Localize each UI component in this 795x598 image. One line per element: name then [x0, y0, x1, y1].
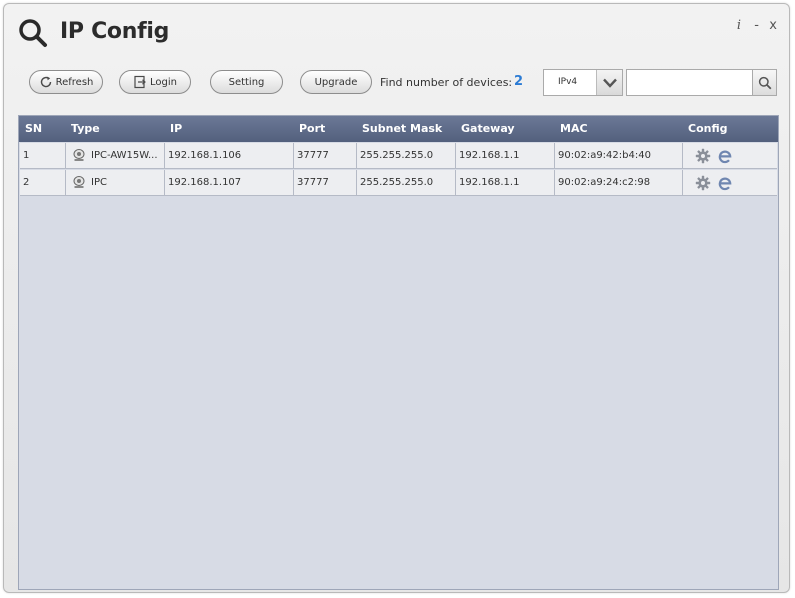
cell-mac: 90:02:a9:42:b4:40	[555, 143, 683, 169]
chevron-down-icon	[602, 78, 617, 88]
cell-port: 37777	[294, 143, 357, 169]
cell-port: 37777	[294, 170, 357, 196]
header-sn[interactable]: SN	[25, 122, 42, 135]
device-table: SN Type IP Port Subnet Mask Gateway MAC …	[18, 115, 779, 590]
login-button[interactable]: Login	[119, 70, 191, 94]
cell-mac: 90:02:a9:24:c2:98	[555, 170, 683, 196]
cell-type: IPC-AW15W...	[66, 143, 165, 169]
minimize-button[interactable]: -	[754, 18, 759, 33]
header-subnet-mask[interactable]: Subnet Mask	[362, 122, 442, 135]
ip-config-window: IP Config i - x Refresh Login Setting Up…	[3, 3, 790, 593]
browser-icon[interactable]	[717, 175, 733, 191]
cell-ip: 192.168.1.106	[165, 143, 294, 169]
cell-type-text: IPC-AW15W...	[91, 150, 158, 161]
header-port[interactable]: Port	[299, 122, 325, 135]
cell-type-text: IPC	[91, 177, 107, 188]
search-input[interactable]	[626, 69, 753, 96]
cell-subnet-mask: 255.255.255.0	[357, 143, 456, 169]
header-ip[interactable]: IP	[170, 122, 182, 135]
info-button[interactable]: i	[737, 18, 741, 33]
camera-icon	[73, 149, 85, 161]
upgrade-label: Upgrade	[314, 76, 358, 88]
table-row[interactable]: 2 IPC 192.168.1.107 37777 255.255.255.0 …	[20, 170, 777, 196]
toolbar: Refresh Login Setting Upgrade Find numbe…	[4, 69, 789, 104]
search-icon	[758, 76, 771, 89]
header-mac[interactable]: MAC	[560, 122, 588, 135]
dropdown-toggle[interactable]	[596, 70, 622, 95]
cell-sn: 2	[20, 170, 66, 196]
cell-config	[683, 170, 777, 196]
cell-ip: 192.168.1.107	[165, 170, 294, 196]
table-header: SN Type IP Port Subnet Mask Gateway MAC …	[19, 116, 778, 142]
search-button[interactable]	[753, 69, 777, 96]
login-label: Login	[150, 76, 177, 88]
camera-icon	[73, 176, 85, 188]
cell-type: IPC	[66, 170, 165, 196]
gear-icon[interactable]	[695, 148, 711, 164]
ip-version-select[interactable]: IPv4	[543, 69, 623, 96]
setting-button[interactable]: Setting	[210, 70, 283, 94]
refresh-label: Refresh	[55, 76, 94, 88]
app-title: IP Config	[60, 19, 170, 44]
cell-gateway: 192.168.1.1	[456, 143, 555, 169]
device-count: 2	[514, 74, 524, 89]
header-gateway[interactable]: Gateway	[461, 122, 515, 135]
cell-config	[683, 143, 777, 169]
gear-icon[interactable]	[695, 175, 711, 191]
ip-version-value: IPv4	[558, 77, 578, 87]
search-icon	[19, 19, 47, 47]
setting-label: Setting	[228, 76, 265, 88]
header-config[interactable]: Config	[688, 122, 728, 135]
cell-gateway: 192.168.1.1	[456, 170, 555, 196]
header-type[interactable]: Type	[71, 122, 100, 135]
login-icon	[134, 75, 146, 89]
cell-sn: 1	[20, 143, 66, 169]
browser-icon[interactable]	[717, 148, 733, 164]
title-bar: IP Config i - x	[4, 4, 789, 56]
close-button[interactable]: x	[769, 18, 777, 33]
refresh-button[interactable]: Refresh	[29, 70, 103, 94]
cell-subnet-mask: 255.255.255.0	[357, 170, 456, 196]
refresh-icon	[40, 76, 51, 88]
find-devices-label: Find number of devices:	[380, 76, 513, 89]
table-row[interactable]: 1 IPC-AW15W... 192.168.1.106 37777 255.2…	[20, 143, 777, 169]
upgrade-button[interactable]: Upgrade	[300, 70, 372, 94]
